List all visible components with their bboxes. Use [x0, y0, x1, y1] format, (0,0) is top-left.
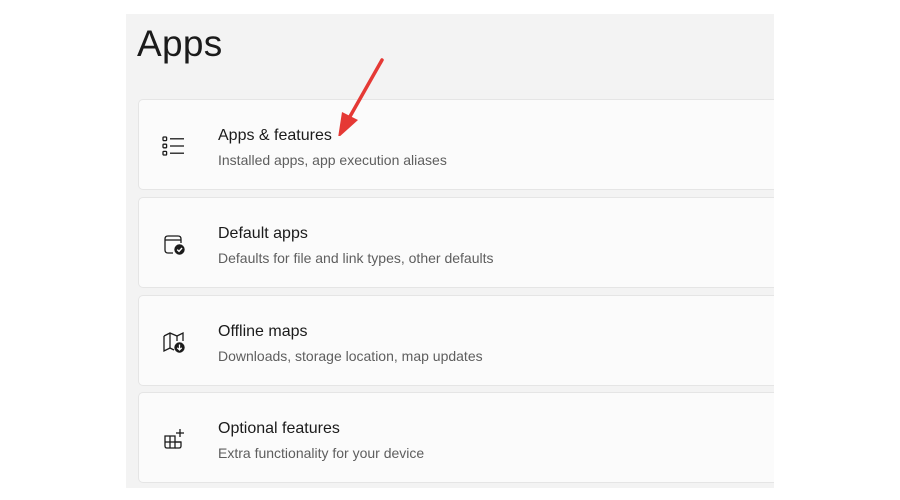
offline-maps-item[interactable]: Offline maps Downloads, storage location… — [138, 295, 774, 386]
offline-maps-title: Offline maps — [218, 323, 308, 340]
optional-features-icon — [161, 426, 187, 452]
apps-and-features-item[interactable]: Apps & features Installed apps, app exec… — [138, 99, 774, 190]
optional-features-subtitle: Extra functionality for your device — [218, 445, 425, 461]
apps-list-icon — [161, 133, 187, 159]
offline-maps-subtitle: Downloads, storage location, map updates — [218, 348, 483, 364]
optional-features-item[interactable]: Optional features Extra functionality fo… — [138, 392, 774, 483]
default-apps-title: Default apps — [218, 225, 308, 242]
apps-and-features-title: Apps & features — [218, 127, 332, 144]
default-apps-item[interactable]: Default apps Defaults for file and link … — [138, 197, 774, 288]
settings-panel: Apps Apps & features Installed apps, app… — [126, 14, 774, 488]
apps-and-features-subtitle: Installed apps, app execution aliases — [218, 152, 447, 168]
default-apps-icon — [161, 231, 187, 257]
default-apps-subtitle: Defaults for file and link types, other … — [218, 250, 494, 266]
offline-maps-icon — [161, 329, 187, 355]
optional-features-title: Optional features — [218, 420, 340, 437]
page-title: Apps — [137, 23, 223, 64]
